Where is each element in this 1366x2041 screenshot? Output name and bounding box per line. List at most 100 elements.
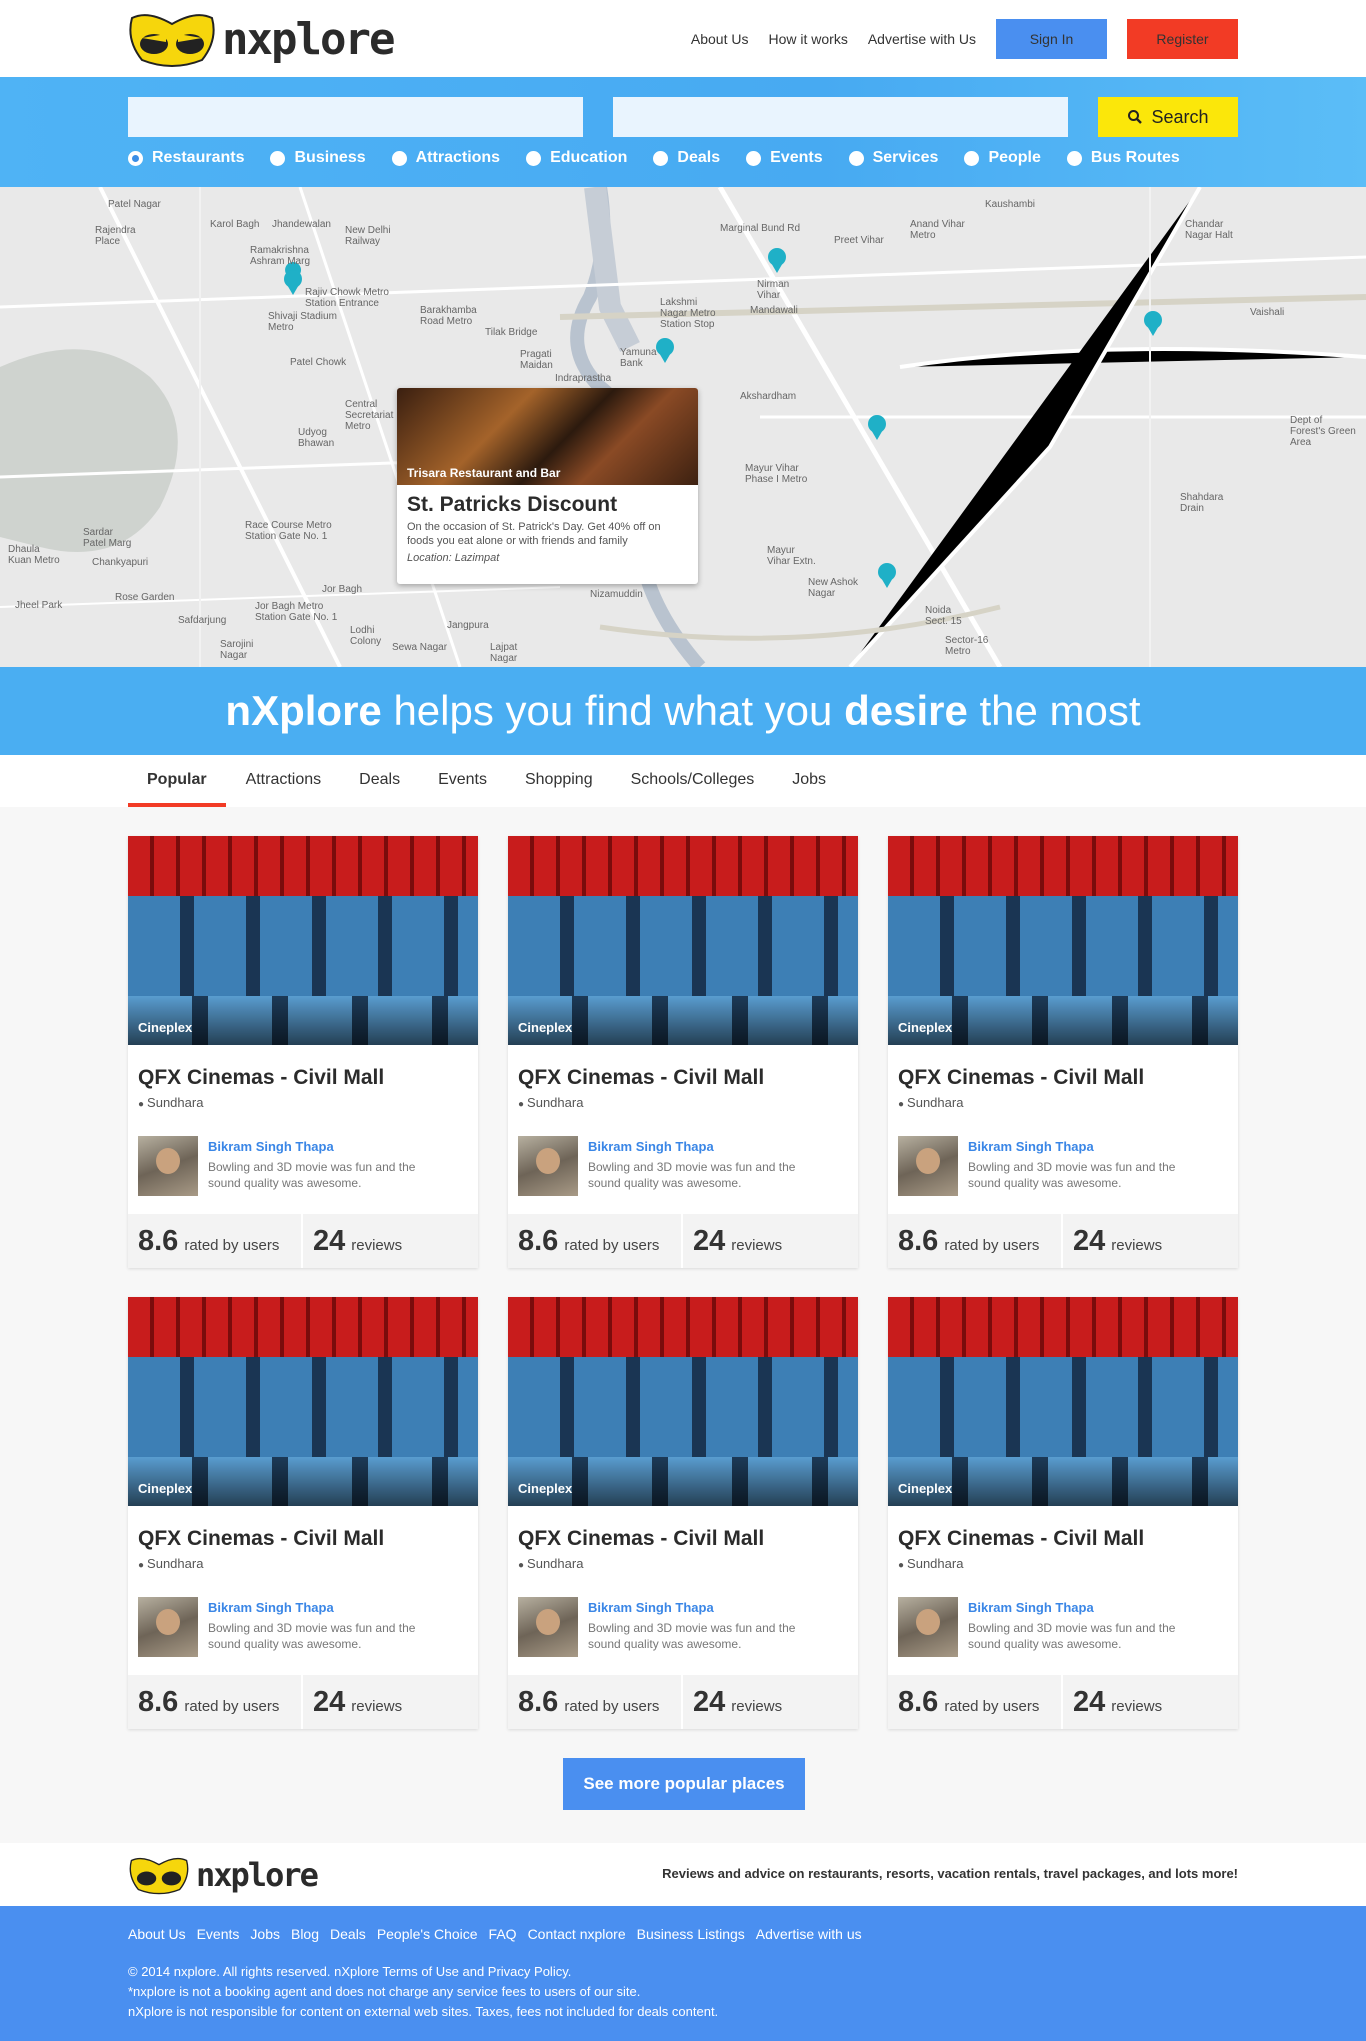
avatar[interactable] [898,1597,958,1657]
card-title[interactable]: QFX Cinemas - Civil Mall [128,1045,478,1090]
map-label: Mayur Vihar Phase I Metro [745,463,808,485]
reviews-stat[interactable]: 24 reviews [683,1675,782,1729]
category-events[interactable]: Events [746,149,823,167]
map-label: Jangpura [447,620,489,631]
tab-events[interactable]: Events [438,755,487,807]
location-pin-icon: ● [138,1560,145,1571]
footer-link-business-listings[interactable]: Business Listings [637,1926,745,1942]
map-label: Jor Bagh Metro Station Gate No. 1 [255,601,338,623]
card-location: ● Sundhara [888,1090,1238,1110]
place-card[interactable]: Cineplex QFX Cinemas - Civil Mall ● Sundhar… [128,1297,478,1729]
tab-schools-colleges[interactable]: Schools/Colleges [631,755,755,807]
reviewer-name[interactable]: Bikram Singh Thapa [588,1600,828,1615]
footer-link-faq[interactable]: FAQ [489,1926,517,1942]
card-stats: 8.6 rated by users 24 reviews [128,1214,478,1268]
avatar[interactable] [898,1136,958,1196]
map-label: Karol Bagh [210,219,260,230]
category-deals[interactable]: Deals [653,149,720,167]
footer-logo[interactable]: nxplore [128,1855,319,1895]
reviews-count: 24 [1073,1685,1106,1718]
footer-link-peoples-choice[interactable]: People's Choice [377,1926,478,1942]
search-button[interactable]: Search [1098,97,1238,137]
logo[interactable]: nxplore [128,10,395,68]
tab-popular[interactable]: Popular [128,755,226,807]
reviews-count: 24 [313,1685,346,1718]
place-card[interactable]: Cineplex QFX Cinemas - Civil Mall ● Sundhar… [508,1297,858,1729]
avatar[interactable] [138,1136,198,1196]
map-label: Udyog Bhawan [298,427,335,449]
footer-link-deals[interactable]: Deals [330,1926,366,1942]
footer-tagline: Reviews and advice on restaurants, resor… [662,1866,1238,1881]
reviewer-name[interactable]: Bikram Singh Thapa [208,1139,448,1154]
tab-shopping[interactable]: Shopping [525,755,593,807]
card-title[interactable]: QFX Cinemas - Civil Mall [888,1045,1238,1090]
avatar[interactable] [138,1597,198,1657]
card-location-text: Sundhara [527,1095,584,1110]
map-label: Preet Vihar [834,235,884,246]
card-category: Cineplex [898,1481,953,1496]
top-nav: About Us How it works Advertise with Us … [671,19,1238,59]
tab-deals[interactable]: Deals [359,755,400,807]
map-label: Patel Nagar [108,199,161,210]
footer-link-about[interactable]: About Us [128,1926,186,1942]
footer-link-jobs[interactable]: Jobs [250,1926,280,1942]
place-card[interactable]: Cineplex QFX Cinemas - Civil Mall ● Sundhar… [508,836,858,1268]
radio-icon [848,150,864,166]
tagline-banner: nXplore helps you find what you desire t… [0,667,1366,755]
radio-icon [653,150,669,166]
nav-how-it-works[interactable]: How it works [768,31,847,47]
reviews-label: reviews [351,1697,403,1715]
place-card[interactable]: Cineplex QFX Cinemas - Civil Mall ● Sundhar… [128,836,478,1268]
see-more-button[interactable]: See more popular places [563,1758,805,1810]
search-where-input[interactable] [613,97,1068,137]
reviewer-name[interactable]: Bikram Singh Thapa [968,1600,1208,1615]
category-restaurants[interactable]: Restaurants [128,149,244,167]
tab-attractions[interactable]: Attractions [246,755,322,807]
avatar[interactable] [518,1597,578,1657]
sign-in-button[interactable]: Sign In [996,19,1107,59]
footer-link-contact[interactable]: Contact nxplore [528,1926,626,1942]
category-attractions[interactable]: Attractions [391,149,501,167]
card-title[interactable]: QFX Cinemas - Civil Mall [508,1506,858,1551]
place-card[interactable]: Cineplex QFX Cinemas - Civil Mall ● Sundhar… [888,1297,1238,1729]
reviews-stat[interactable]: 24 reviews [1063,1675,1162,1729]
category-business[interactable]: Business [270,149,366,167]
reviews-stat[interactable]: 24 reviews [303,1675,402,1729]
reviews-stat[interactable]: 24 reviews [1063,1214,1162,1268]
map-label: Kaushambi [985,199,1036,210]
category-services[interactable]: Services [848,149,938,167]
search-what-input[interactable] [128,97,583,137]
category-education[interactable]: Education [526,149,627,167]
reviews-label: reviews [731,1697,783,1715]
footer-link-blog[interactable]: Blog [291,1926,319,1942]
nav-advertise[interactable]: Advertise with Us [868,31,976,47]
card-title[interactable]: QFX Cinemas - Civil Mall [508,1045,858,1090]
reviewer-name[interactable]: Bikram Singh Thapa [968,1139,1208,1154]
card-title[interactable]: QFX Cinemas - Civil Mall [888,1506,1238,1551]
rating-label: rated by users [944,1697,1040,1715]
tab-jobs[interactable]: Jobs [792,755,826,807]
map-label: Rajiv Chowk Metro Station Entrance [305,287,389,309]
map-label: Sardar Patel Marg [83,527,132,549]
map-popup-card[interactable]: Trisara Restaurant and Bar St. Patricks … [397,388,698,584]
map-label: Sewa Nagar [392,642,448,653]
reviews-stat[interactable]: 24 reviews [303,1214,402,1268]
place-card[interactable]: Cineplex QFX Cinemas - Civil Mall ● Sundhar… [888,836,1238,1268]
map-label: Pragati Maidan [520,349,553,371]
avatar[interactable] [518,1136,578,1196]
map-label: Tilak Bridge [485,327,538,338]
footer-link-advertise[interactable]: Advertise with us [756,1926,862,1942]
rating-value: 8.6 [518,1224,559,1257]
nav-about-us[interactable]: About Us [691,31,749,47]
reviews-stat[interactable]: 24 reviews [683,1214,782,1268]
search-band: Search Restaurants Business Attractions … [0,77,1366,187]
reviewer-name[interactable]: Bikram Singh Thapa [208,1600,448,1615]
category-bus-routes[interactable]: Bus Routes [1066,149,1180,167]
reviewer-name[interactable]: Bikram Singh Thapa [588,1139,828,1154]
footer-link-events[interactable]: Events [197,1926,240,1942]
category-people[interactable]: People [964,149,1041,167]
card-title[interactable]: QFX Cinemas - Civil Mall [128,1506,478,1551]
category-label: Attractions [415,149,501,166]
register-button[interactable]: Register [1127,19,1238,59]
tab-bar: Popular Attractions Deals Events Shoppin… [0,755,1366,807]
